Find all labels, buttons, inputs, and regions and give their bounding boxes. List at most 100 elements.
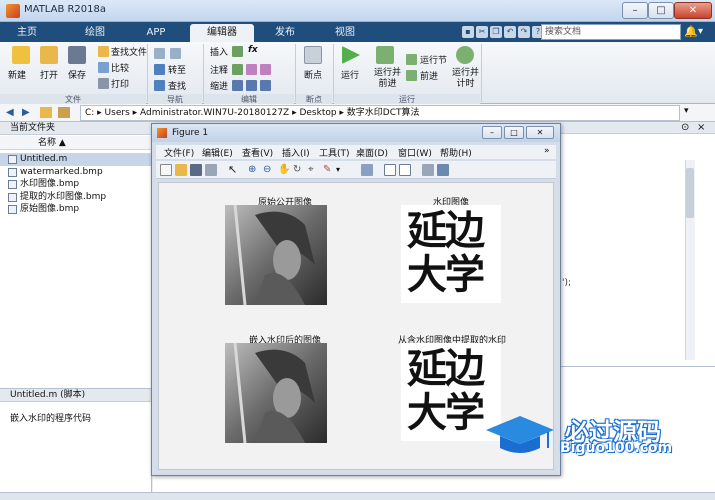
decrease-indent-icon[interactable]	[260, 80, 271, 91]
menu-window[interactable]: 窗口(W)	[398, 146, 432, 159]
editor-menu-icon[interactable]: ⊙	[681, 122, 689, 134]
back-arrow-icon[interactable]: ◀	[6, 107, 14, 118]
zoom-out-icon[interactable]: ⊖	[263, 164, 275, 176]
comment-percent-icon[interactable]	[232, 64, 243, 75]
goto-button[interactable]: 转至	[168, 63, 186, 76]
breakpoint-icon[interactable]	[304, 46, 322, 64]
open-button-label[interactable]: 打开	[40, 68, 58, 81]
ribbon-collapse-icon[interactable]: ▾	[698, 24, 712, 40]
menu-tools[interactable]: 工具(T)	[319, 146, 350, 159]
save-icon[interactable]: ▪	[462, 26, 474, 38]
tab-editor[interactable]: 编辑器	[190, 24, 254, 42]
forward-nav-icon[interactable]	[170, 48, 181, 59]
forward-arrow-icon[interactable]: ▶	[22, 107, 30, 118]
file-row[interactable]: Untitled.m	[0, 153, 152, 166]
pointer-icon[interactable]: ↖	[228, 164, 240, 176]
find-icon	[154, 80, 165, 91]
run-advance-icon[interactable]	[376, 46, 394, 64]
figure-minimize-button[interactable]: –	[482, 126, 502, 139]
current-folder-path[interactable]: C: ▸ Users ▸ Administrator.WIN7U-2018012…	[80, 105, 680, 121]
search-documentation-input[interactable]: 搜索文档	[541, 24, 681, 40]
find-files-button[interactable]: 查找文件	[111, 45, 147, 58]
menu-edit[interactable]: 编辑(E)	[202, 146, 233, 159]
tab-publish[interactable]: 发布	[268, 24, 302, 42]
tab-view[interactable]: 视图	[328, 24, 362, 42]
back-nav-icon[interactable]	[154, 48, 165, 59]
file-row[interactable]: 水印图像.bmp	[0, 178, 152, 191]
insert-button[interactable]: 插入	[210, 45, 228, 58]
breakpoint-button-label[interactable]: 断点	[304, 68, 322, 81]
find-button[interactable]: 查找	[168, 79, 186, 92]
notification-bell-icon[interactable]: 🔔	[684, 24, 698, 40]
file-row[interactable]: 原始图像.bmp	[0, 203, 152, 216]
menu-view[interactable]: 查看(V)	[242, 146, 273, 159]
run-icon[interactable]	[342, 46, 360, 64]
run-time-icon[interactable]	[456, 46, 474, 64]
tab-home[interactable]: 主页	[14, 24, 40, 42]
file-row[interactable]: watermarked.bmp	[0, 166, 152, 179]
save-figure-icon[interactable]	[190, 164, 202, 176]
cut-icon[interactable]: ✂	[476, 26, 488, 38]
comment-wrap-icon[interactable]	[246, 64, 257, 75]
figure-close-button[interactable]: ✕	[526, 126, 554, 139]
quick-access-toolbar: ▪ ✂ ❐ ↶ ↷ ?	[462, 24, 544, 40]
file-name: 水印图像.bmp	[20, 179, 80, 189]
file-row[interactable]: 提取的水印图像.bmp	[0, 191, 152, 204]
advance-button[interactable]: 前进	[420, 69, 438, 82]
link-plot-icon[interactable]	[361, 164, 373, 176]
print-figure-icon[interactable]	[205, 164, 217, 176]
image-file-icon	[8, 167, 17, 177]
new-button-label[interactable]: 新建	[8, 68, 26, 81]
open-file-icon[interactable]	[175, 164, 187, 176]
new-figure-icon[interactable]	[160, 164, 172, 176]
hide-plot-tools-icon[interactable]	[422, 164, 434, 176]
tab-apps[interactable]: APP	[140, 24, 172, 42]
uncomment-icon[interactable]	[260, 64, 271, 75]
undo-icon[interactable]: ↶	[504, 26, 516, 38]
figure-maximize-button[interactable]: □	[504, 126, 524, 139]
menu-help[interactable]: 帮助(H)	[440, 146, 472, 159]
tab-plots[interactable]: 绘图	[78, 24, 112, 42]
legend-icon[interactable]	[399, 164, 411, 176]
open-folder-icon[interactable]	[40, 46, 58, 64]
run-advance-button-label[interactable]: 运行并 前进	[374, 68, 401, 90]
rotate-3d-icon[interactable]: ↻	[293, 164, 305, 176]
close-button[interactable]: ✕	[674, 2, 712, 19]
print-button[interactable]: 打印	[111, 77, 129, 90]
path-dropdown-icon[interactable]: ▾	[684, 106, 689, 116]
zoom-in-icon[interactable]: ⊕	[248, 164, 260, 176]
compare-button[interactable]: 比较	[111, 61, 129, 74]
colorbar-icon[interactable]	[384, 164, 396, 176]
brush-icon[interactable]: ✎	[323, 164, 335, 176]
comment-button[interactable]: 注释	[210, 63, 228, 76]
editor-scroll-thumb[interactable]	[686, 168, 694, 218]
data-cursor-icon[interactable]: ⌖	[308, 164, 320, 176]
run-section-button[interactable]: 运行节	[420, 53, 447, 66]
show-plot-tools-icon[interactable]	[437, 164, 449, 176]
menu-file[interactable]: 文件(F)	[164, 146, 194, 159]
indent-button[interactable]: 缩进	[210, 79, 228, 92]
insert-section-icon[interactable]	[232, 46, 243, 57]
increase-indent-icon[interactable]	[246, 80, 257, 91]
function-icon[interactable]: fx	[248, 45, 258, 55]
maximize-button[interactable]: □	[648, 2, 674, 19]
menu-insert[interactable]: 插入(I)	[282, 146, 310, 159]
menu-desktop[interactable]: 桌面(D)	[356, 146, 388, 159]
extracted-text-line2: 大学	[407, 390, 485, 436]
browse-folder-icon[interactable]	[58, 107, 70, 118]
up-folder-icon[interactable]	[40, 107, 52, 118]
save-disk-icon[interactable]	[68, 46, 86, 64]
run-button-label[interactable]: 运行	[341, 68, 359, 81]
new-icon[interactable]	[12, 46, 30, 64]
smart-indent-icon[interactable]	[232, 80, 243, 91]
menu-overflow-icon[interactable]: »	[544, 146, 550, 156]
brush-dropdown-icon[interactable]: ▾	[336, 164, 348, 176]
pan-hand-icon[interactable]: ✋	[278, 164, 290, 176]
minimize-button[interactable]: –	[622, 2, 648, 19]
redo-icon[interactable]: ↷	[518, 26, 530, 38]
name-column-header[interactable]: 名称 ▲	[0, 136, 152, 150]
save-button-label[interactable]: 保存	[68, 68, 86, 81]
editor-close-icon[interactable]: ×	[697, 122, 705, 134]
copy-icon[interactable]: ❐	[490, 26, 502, 38]
run-time-button-label[interactable]: 运行并 计时	[452, 68, 479, 90]
